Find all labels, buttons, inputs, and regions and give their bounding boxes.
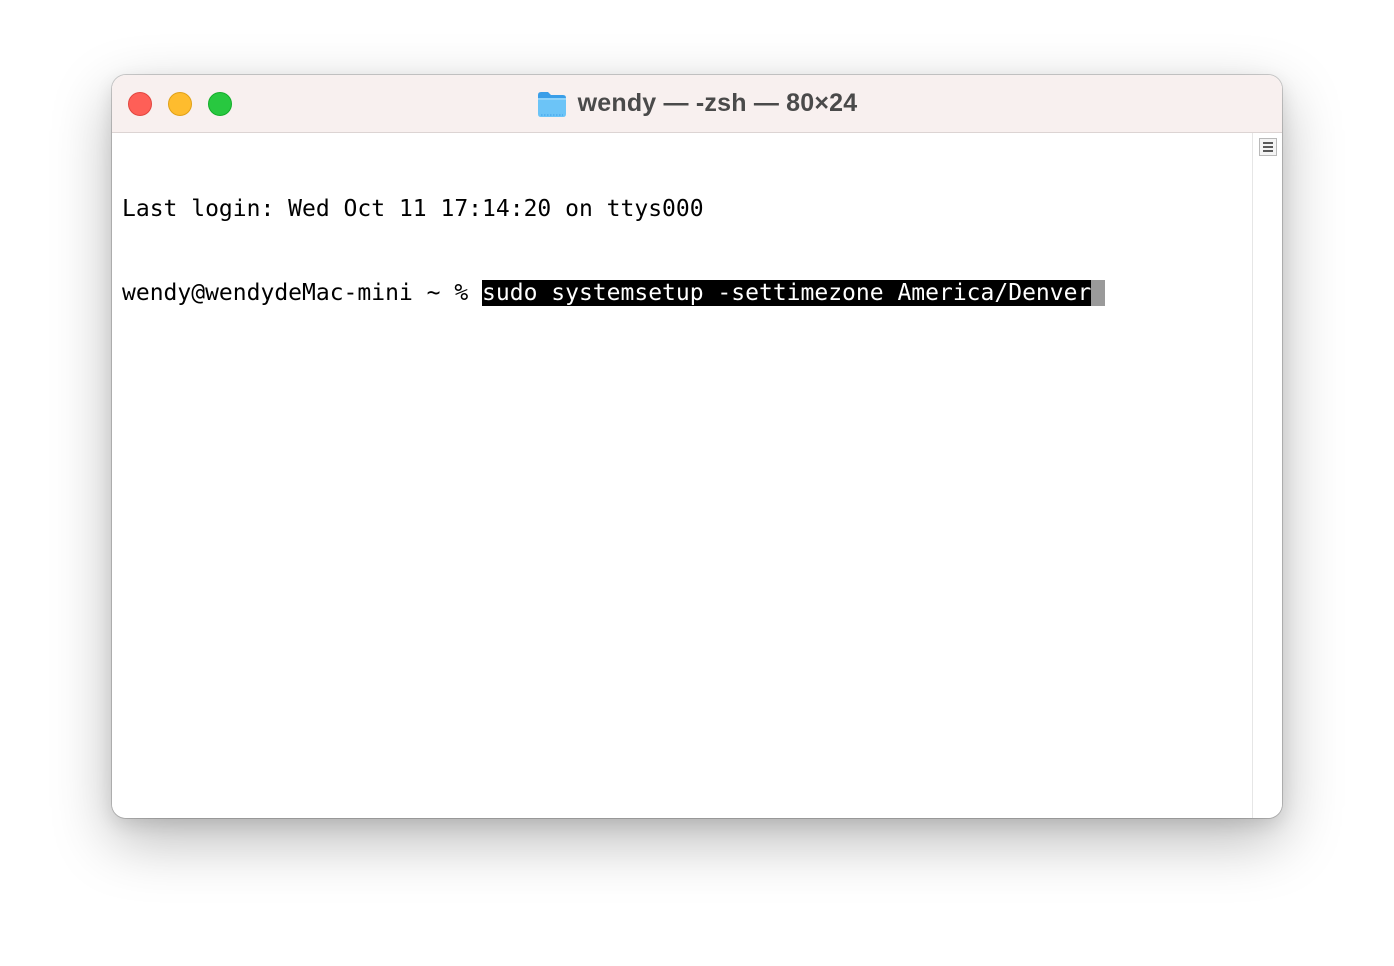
text-cursor: [1091, 280, 1106, 306]
last-login-text: Last login: Wed Oct 11 17:14:20 on ttys0…: [122, 196, 704, 222]
prompt-line[interactable]: wendy@wendydeMac-mini ~ % sudo systemset…: [122, 279, 1106, 307]
terminal-window[interactable]: wendy — -zsh — 80×24 Last login: Wed Oct…: [112, 75, 1282, 818]
selected-command[interactable]: sudo systemsetup -settimezone America/De…: [482, 280, 1092, 306]
title-bar[interactable]: wendy — -zsh — 80×24: [112, 75, 1282, 133]
window-title: wendy — -zsh — 80×24: [577, 89, 858, 117]
split-pane-icon[interactable]: [1259, 138, 1277, 156]
split-pane-icon-line: [1263, 150, 1273, 152]
last-login-line: Last login: Wed Oct 11 17:14:20 on ttys0…: [122, 195, 1105, 223]
title-group: wendy — -zsh — 80×24: [112, 75, 1282, 132]
terminal-content[interactable]: Last login: Wed Oct 11 17:14:20 on ttys0…: [112, 133, 1252, 818]
split-pane-icon-line: [1263, 146, 1273, 148]
scrollbar-track[interactable]: [1252, 133, 1282, 818]
split-pane-icon-line: [1263, 142, 1273, 144]
desktop-background: wendy — -zsh — 80×24 Last login: Wed Oct…: [0, 0, 1394, 966]
folder-icon: [537, 90, 567, 118]
terminal-output[interactable]: Last login: Wed Oct 11 17:14:20 on ttys0…: [122, 139, 1106, 363]
shell-prompt: wendy@wendydeMac-mini ~ %: [122, 280, 483, 306]
